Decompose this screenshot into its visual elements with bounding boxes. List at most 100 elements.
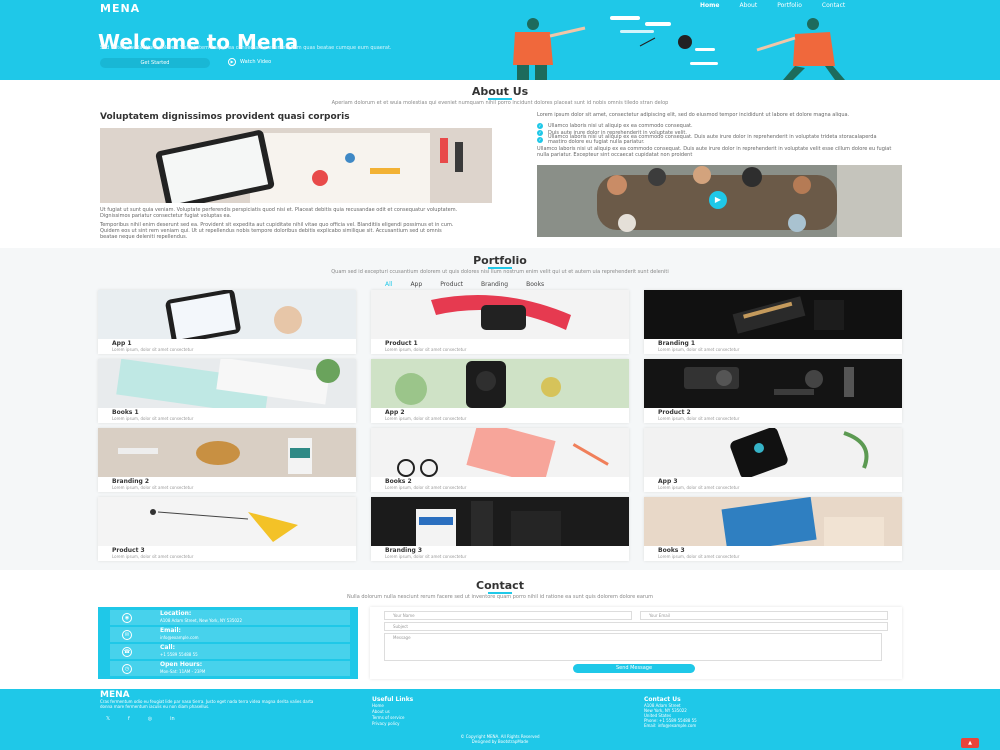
facebook-icon[interactable]: f (128, 716, 130, 722)
portfolio-card[interactable]: Product 1 Lorem ipsum, dolor sit amet co… (371, 290, 629, 354)
card-desc: Lorem ipsum, dolor sit amet consectetur (385, 347, 467, 352)
portfolio-image-product-3 (98, 497, 356, 546)
card-desc: Lorem ipsum, dolor sit amet consectetur (385, 416, 467, 421)
nav-contact[interactable]: Contact (822, 2, 845, 9)
portfolio-title: Portfolio (473, 254, 527, 267)
info-label: Open Hours: (160, 661, 203, 668)
card-title: Product 3 (112, 547, 145, 554)
info-value: A108 Adam Street, New York, NY 535022 (160, 618, 242, 623)
hero-illustration (513, 16, 845, 80)
back-to-top-button[interactable]: ▲ (961, 738, 979, 748)
hero-subtitle: Sed autem laudantium dolores. Voluptatem… (100, 45, 392, 51)
portfolio-filters: All App Product Branding Books (385, 281, 544, 288)
portfolio-image-product-2 (644, 359, 902, 408)
play-video-button[interactable]: ▶ (709, 191, 727, 209)
footer-description: Cras fermentum odio eu feugiat lide par … (100, 699, 314, 709)
card-title: App 3 (658, 478, 678, 485)
filter-app[interactable]: App (410, 281, 422, 288)
about-heading: Voluptatem dignissimos provident quasi c… (100, 112, 350, 122)
portfolio-image-branding-2 (98, 428, 356, 477)
info-value[interactable]: info@example.com (160, 635, 199, 640)
about-paragraph-2: Temporibus nihil enim deserunt sed ea. P… (100, 222, 454, 240)
location-icon: ◉ (122, 613, 132, 623)
footer-link-privacy[interactable]: Privacy policy (372, 721, 405, 727)
watch-video-button[interactable]: ▶ Watch Video (228, 58, 271, 66)
about-paragraph-1: Ut fugiat ut sunt quia veniam. Voluptate… (100, 207, 458, 219)
check-text: Ullamco laboris nisi ut aliquip ex ea co… (548, 122, 693, 129)
card-title: Branding 3 (385, 547, 423, 554)
about-title: About Us (471, 85, 529, 98)
portfolio-image-books-2 (371, 420, 629, 486)
card-title: App 1 (112, 340, 132, 347)
send-message-button[interactable]: Send Message (573, 664, 695, 673)
portfolio-card[interactable]: Branding 3 Lorem ipsum, dolor sit amet c… (371, 497, 629, 561)
about-right-paragraph-2: Ullamco laboris nisi ut aliquip ex ea co… (537, 146, 892, 158)
check-icon: ✓ (537, 122, 543, 129)
card-title: Product 1 (385, 340, 418, 347)
info-label: Email: (160, 627, 181, 634)
footer-contact-details: A108 Adam Street New York, NY 535022 Uni… (644, 703, 697, 728)
get-started-button[interactable]: Get Started (100, 58, 210, 68)
info-call: ☎ Call: +1 5589 55488 55 (110, 644, 350, 659)
portfolio-card[interactable]: Books 1 Lorem ipsum, dolor sit amet cons… (98, 357, 356, 423)
nav-about[interactable]: About (739, 2, 757, 9)
portfolio-card[interactable]: Branding 1 Lorem ipsum, dolor sit amet c… (644, 290, 902, 354)
portfolio-card[interactable]: Product 2 Lorem ipsum, dolor sit amet co… (644, 359, 902, 423)
portfolio-card[interactable]: Books 3 Lorem ipsum, dolor sit amet cons… (644, 496, 902, 561)
filter-books[interactable]: Books (526, 281, 544, 288)
about-subtitle: Aperiam dolorum et et wuia molestias qui… (331, 100, 669, 106)
phone-icon: ☎ (122, 647, 132, 657)
portfolio-card[interactable]: Branding 2 Lorem ipsum, dolor sit amet c… (98, 428, 356, 492)
watch-video-label: Watch Video (240, 59, 272, 65)
about-right-paragraph: Lorem ipsum dolor sit amet, consectetur … (537, 112, 850, 118)
linkedin-icon[interactable]: in (170, 716, 175, 722)
info-hours: ◷ Open Hours: Mon-Sat: 11AM - 23PM (110, 661, 350, 676)
contact-title: Contact (476, 579, 524, 592)
name-field[interactable]: Your Name (384, 611, 632, 620)
portfolio-image-app-1 (98, 289, 356, 344)
nav-portfolio[interactable]: Portfolio (777, 2, 802, 9)
portfolio-card[interactable]: App 3 Lorem ipsum, dolor sit amet consec… (644, 427, 902, 492)
designer-credit[interactable]: Designed by BootstrapMade (0, 739, 1000, 744)
filter-all[interactable]: All (385, 281, 392, 288)
portfolio-image-app-2 (371, 359, 629, 408)
message-field[interactable]: Message (384, 633, 882, 661)
copyright: © Copyright MENA. All Rights Reserved De… (0, 734, 1000, 744)
card-desc: Lorem ipsum, dolor sit amet consectetur (385, 554, 467, 559)
portfolio-card[interactable]: App 1 Lorem ipsum, dolor sit amet consec… (98, 289, 356, 354)
portfolio-card[interactable]: Books 2 Lorem ipsum, dolor sit amet cons… (371, 420, 629, 492)
card-title: Books 3 (658, 547, 685, 554)
card-desc: Lorem ipsum, dolor sit amet consectetur (112, 485, 194, 490)
brand-logo[interactable]: MENA (100, 2, 140, 15)
filter-product[interactable]: Product (440, 281, 463, 288)
portfolio-image-product-1 (371, 290, 629, 339)
useful-links-list: Home About us Terms of service Privacy p… (372, 703, 405, 727)
portfolio-card[interactable]: Product 3 Lorem ipsum, dolor sit amet co… (98, 497, 356, 561)
info-location: ◉ Location: A108 Adam Street, New York, … (110, 610, 350, 625)
instagram-icon[interactable]: ◎ (148, 716, 152, 722)
contact-info-panel: ◉ Location: A108 Adam Street, New York, … (98, 607, 358, 679)
main-nav: Home About Portfolio Contact (700, 2, 845, 9)
card-desc: Lorem ipsum, dolor sit amet consectetur (112, 347, 194, 352)
card-title: Books 2 (385, 478, 412, 485)
email-field[interactable]: Your Email (640, 611, 888, 620)
list-item: ✓ Ullamco laboris nisi ut aliquip ex ea c… (537, 133, 878, 145)
subject-field[interactable]: Subject (384, 622, 888, 631)
filter-branding[interactable]: Branding (481, 281, 508, 288)
portfolio-card[interactable]: App 2 Lorem ipsum, dolor sit amet consec… (371, 359, 629, 423)
nav-home[interactable]: Home (700, 2, 719, 9)
card-desc: Lorem ipsum, dolor sit amet consectetur (112, 416, 194, 421)
portfolio-image-books-1 (98, 357, 356, 416)
info-value[interactable]: +1 5589 55488 55 (160, 652, 198, 657)
check-text: Ullamco laboris nisi ut aliquip ex ea co… (548, 133, 877, 145)
card-desc: Lorem ipsum, dolor sit amet consectetur (658, 416, 740, 421)
card-desc: Lorem ipsum, dolor sit amet consectetur (658, 485, 740, 490)
footer-contact-title: Contact Us (644, 696, 681, 703)
portfolio-image-books-3 (644, 496, 902, 553)
info-label: Location: (160, 610, 192, 617)
info-email: ✉ Email: info@example.com (110, 627, 350, 642)
contact-subtitle: Nulla dolorum nulla nesciunt rerum facer… (347, 594, 653, 600)
card-desc: Lorem ipsum, dolor sit amet consectetur (658, 554, 740, 559)
useful-links-title: Useful Links (372, 696, 414, 703)
twitter-icon[interactable]: 𝕏 (106, 716, 110, 722)
